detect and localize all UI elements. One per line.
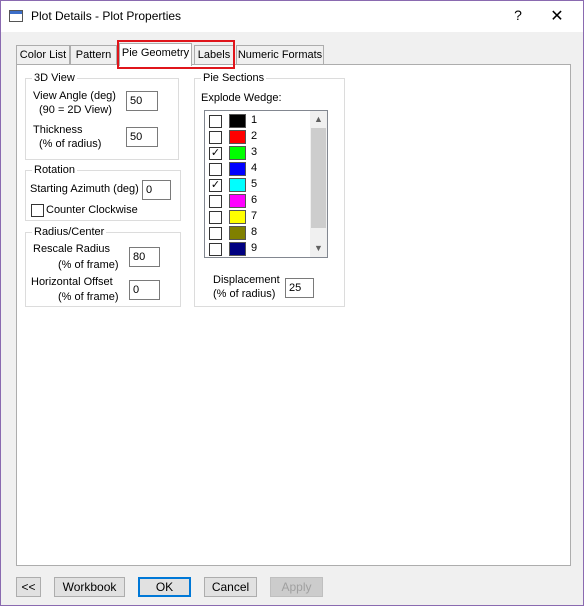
rescale-radius-label: Rescale Radius [33,243,111,255]
wedge-checkbox[interactable] [209,227,222,240]
wedge-row[interactable]: ✓ 3 [205,145,313,161]
wedge-checkbox[interactable] [209,243,222,256]
wedge-number: 8 [251,226,258,238]
group-radius-center-legend: Radius/Center [34,226,105,238]
wedge-number: 4 [251,162,258,174]
tab-numeric-formats[interactable]: Numeric Formats [236,45,324,65]
wedge-number: 9 [251,242,258,254]
group-pie-sections-legend: Pie Sections [203,72,265,84]
horizontal-offset-label: Horizontal Offset [31,276,113,288]
rescale-radius-hint: (% of frame) [58,259,119,271]
wedge-row[interactable]: 7 [205,209,313,225]
horizontal-offset-hint: (% of frame) [58,291,119,303]
window-title: Plot Details - Plot Properties [31,9,182,23]
wedge-row[interactable]: 8 [205,225,313,241]
wedge-row[interactable]: 9 [205,241,313,257]
view-angle-input[interactable] [126,91,158,111]
explode-wedge-label: Explode Wedge: [201,92,282,104]
title-bar: Plot Details - Plot Properties ? ✕ [1,1,583,32]
displacement-hint: (% of radius) [213,288,276,300]
scroll-thumb[interactable] [311,128,326,228]
apply-button[interactable]: Apply [270,577,323,597]
wedge-checkbox[interactable] [209,195,222,208]
plot-details-dialog: Plot Details - Plot Properties ? ✕ Color… [0,0,584,606]
tab-labels[interactable]: Labels [194,45,234,65]
wedge-checkbox[interactable] [209,115,222,128]
wedge-checkbox[interactable] [209,163,222,176]
wedge-number: 6 [251,194,258,206]
rescale-radius-input[interactable] [129,247,160,267]
tab-pattern[interactable]: Pattern [70,45,117,65]
view-angle-hint: (90 = 2D View) [39,104,112,116]
tab-color-list[interactable]: Color List [16,45,70,65]
displacement-label: Displacement [213,274,280,286]
counter-clockwise-label: Counter Clockwise [46,204,138,216]
horizontal-offset-input[interactable] [129,280,160,300]
wedge-number: 3 [251,146,258,158]
wedge-color-swatch [229,242,246,256]
close-icon[interactable]: ✕ [549,6,565,26]
scroll-up-icon[interactable]: ▲ [310,111,327,128]
wedge-checkbox[interactable]: ✓ [209,147,222,160]
wedge-color-swatch [229,194,246,208]
wedge-number: 5 [251,178,258,190]
app-icon [9,10,23,22]
cancel-button[interactable]: Cancel [204,577,257,597]
tab-pie-geometry[interactable]: Pie Geometry [119,43,192,66]
wedge-checkbox[interactable]: ✓ [209,179,222,192]
wedge-row[interactable]: 1 [205,113,313,129]
workbook-button[interactable]: Workbook [54,577,125,597]
list-scrollbar[interactable]: ▲ ▼ [310,111,327,257]
view-angle-label: View Angle (deg) [33,90,116,102]
wedge-color-swatch [229,114,246,128]
group-3d-view-legend: 3D View [34,72,75,84]
wedge-row[interactable]: ✓ 5 [205,177,313,193]
azimuth-input[interactable] [142,180,171,200]
ok-button[interactable]: OK [138,577,191,597]
back-button[interactable]: << [16,577,41,597]
thickness-hint: (% of radius) [39,138,102,150]
scroll-down-icon[interactable]: ▼ [310,240,327,257]
wedge-color-swatch [229,162,246,176]
wedge-row[interactable]: 2 [205,129,313,145]
group-rotation-legend: Rotation [34,164,75,176]
wedge-color-swatch [229,178,246,192]
wedge-color-swatch [229,146,246,160]
wedge-number: 2 [251,130,258,142]
wedge-number: 1 [251,114,258,126]
displacement-input[interactable] [285,278,314,298]
thickness-label: Thickness [33,124,83,136]
wedge-checkbox[interactable] [209,131,222,144]
wedge-number: 7 [251,210,258,222]
thickness-input[interactable] [126,127,158,147]
counter-clockwise-checkbox[interactable] [31,204,44,217]
wedge-checkbox[interactable] [209,211,222,224]
wedge-color-swatch [229,130,246,144]
explode-wedge-list[interactable]: 1 2 ✓ 3 4 ✓ 5 6 7 8 9 ▲ ▼ [204,110,328,258]
wedge-row[interactable]: 6 [205,193,313,209]
wedge-row[interactable]: 4 [205,161,313,177]
azimuth-label: Starting Azimuth (deg) [30,183,139,195]
wedge-color-swatch [229,210,246,224]
help-button[interactable]: ? [511,7,525,23]
wedge-color-swatch [229,226,246,240]
